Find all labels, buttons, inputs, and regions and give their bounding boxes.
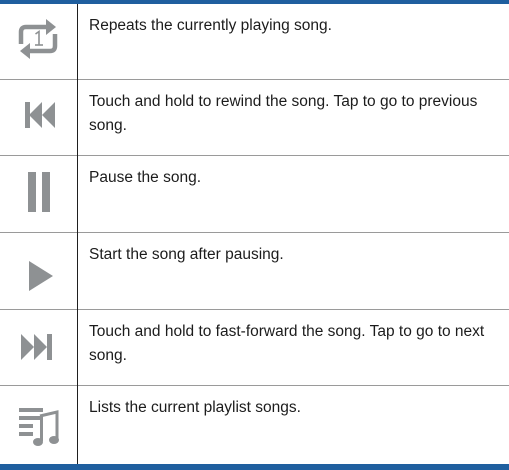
row-description: Touch and hold to fast-forward the song.… (89, 323, 485, 364)
icon-cell (0, 310, 77, 385)
icon-cell (0, 386, 77, 468)
icon-cell (0, 156, 77, 232)
row-description: Lists the current playlist songs. (89, 399, 301, 416)
row-description: Repeats the currently playing song. (89, 17, 332, 34)
repeat-one-icon (18, 19, 58, 59)
column-divider (77, 4, 78, 464)
playlist-icon (19, 408, 59, 446)
pause-icon (28, 172, 50, 212)
fast-forward-next-icon (21, 334, 52, 360)
row-description: Start the song after pausing. (89, 246, 284, 263)
rewind-previous-icon (25, 102, 55, 128)
icon-cell (0, 4, 77, 79)
play-icon (29, 261, 53, 291)
music-controls-table: Repeats the currently playing song. Touc… (0, 0, 509, 470)
icon-cell (0, 233, 77, 309)
row-description: Touch and hold to rewind the song. Tap t… (89, 93, 478, 134)
icon-cell (0, 80, 77, 155)
row-description: Pause the song. (89, 169, 202, 186)
